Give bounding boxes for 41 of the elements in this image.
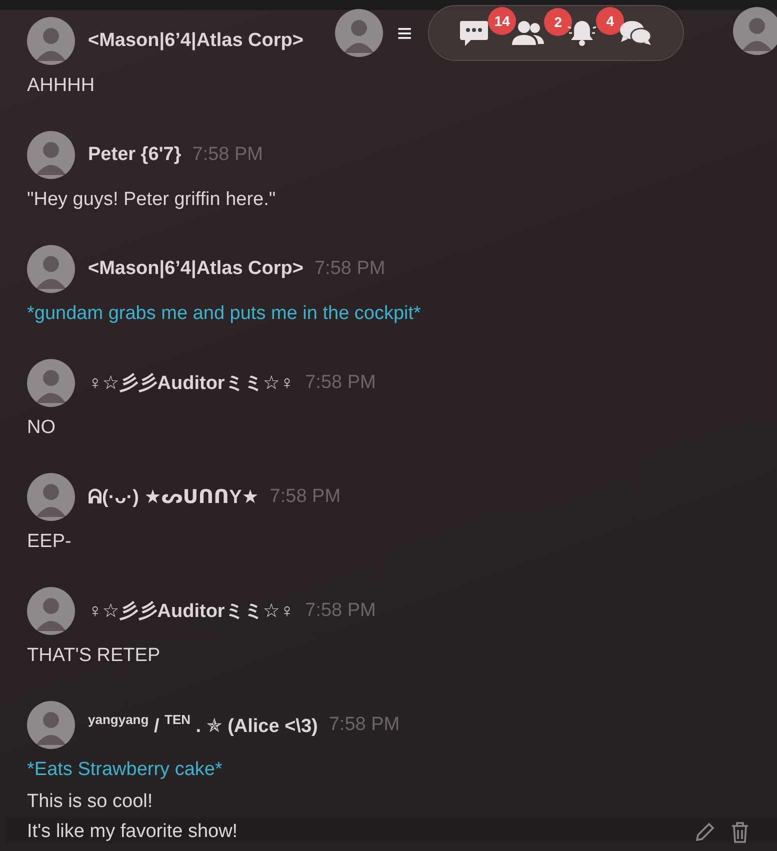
author-name[interactable]: <Mason|6’4|Atlas Corp> xyxy=(88,258,304,280)
message-text: THAT'S RETEP xyxy=(27,645,162,667)
avatar xyxy=(27,701,75,749)
avatar xyxy=(335,9,383,57)
author-name[interactable]: Peter {6'7} xyxy=(88,144,182,166)
count-badge: 4 xyxy=(596,7,624,35)
message-text: *gundam grabs me and puts me in the cockpit* xyxy=(27,303,422,325)
chat-icon[interactable] xyxy=(459,19,490,47)
author-name[interactable]: <Mason|6’4|Atlas Corp> xyxy=(88,30,304,52)
count-badge: 14 xyxy=(488,7,516,35)
timestamp: 7:58 PM xyxy=(270,486,341,508)
avatar xyxy=(27,473,75,521)
message-text: It's like my favorite show! xyxy=(27,821,239,843)
avatar xyxy=(27,245,75,293)
avatar xyxy=(27,17,75,65)
author-name[interactable]: $^{yangyang}$ / $^{TEN}$ . ✯ (Alice <\3) xyxy=(88,712,318,738)
message-text: AHHHH xyxy=(27,75,96,97)
message-text: NO xyxy=(27,417,56,439)
message-text: *Eats Strawberry cake* xyxy=(27,759,224,781)
message-text: EEP- xyxy=(27,531,72,553)
edit-icon[interactable] xyxy=(694,821,716,843)
timestamp: 7:58 PM xyxy=(192,144,264,166)
avatar xyxy=(27,131,75,179)
author-name[interactable]: ᕱ(·ᴗ·) ★ᔕᑌᑎᑎY★ xyxy=(88,486,259,508)
conversations-icon[interactable] xyxy=(619,19,654,47)
avatar xyxy=(27,359,75,407)
avatar xyxy=(27,587,75,635)
menu-icon[interactable]: ≡ xyxy=(397,18,412,48)
author-name[interactable]: ♀☆彡彡Auditorミミ☆♀ xyxy=(88,370,294,396)
friends-icon[interactable] xyxy=(511,20,546,46)
message-text: "Hey guys! Peter griffin here." xyxy=(27,189,277,211)
delete-icon[interactable] xyxy=(730,821,750,843)
timestamp: 7:58 PM xyxy=(305,372,376,394)
author-name[interactable]: ♀☆彡彡Auditorミミ☆♀ xyxy=(88,598,294,624)
message-text: This is so cool! xyxy=(27,791,154,813)
avatar xyxy=(733,7,777,55)
timestamp: 7:58 PM xyxy=(328,714,400,736)
count-badge: 2 xyxy=(544,8,572,36)
timestamp: 7:58 PM xyxy=(305,600,376,622)
timestamp: 7:58 PM xyxy=(314,258,386,280)
bell-icon[interactable] xyxy=(567,19,598,47)
